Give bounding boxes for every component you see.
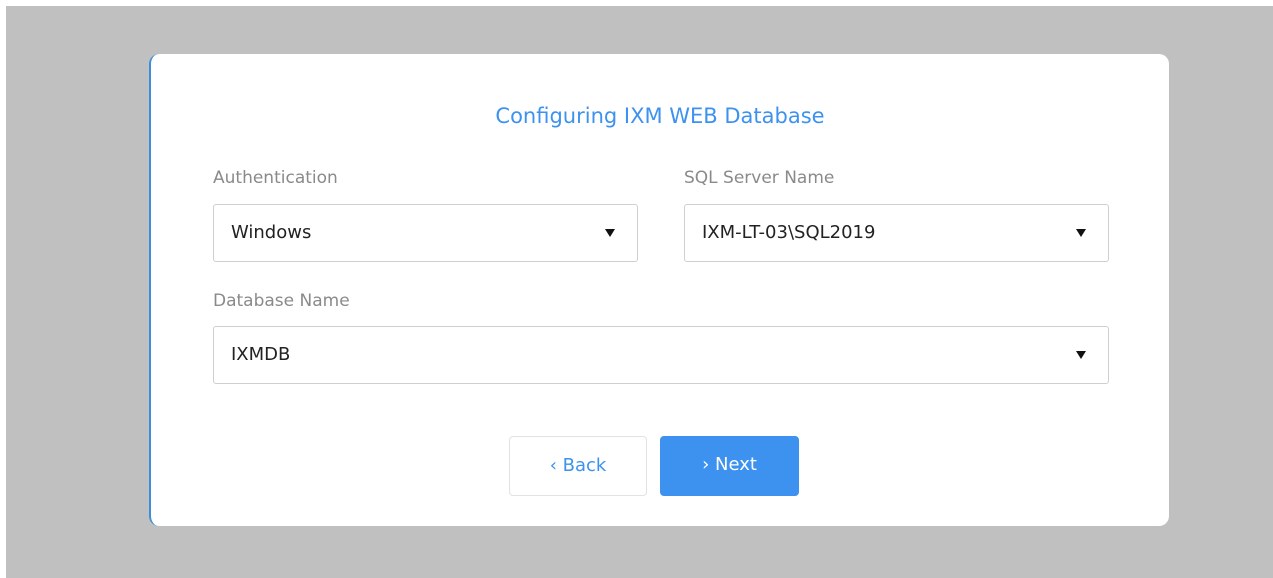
next-button[interactable]: › Next — [660, 436, 799, 496]
authentication-value: Windows — [231, 222, 312, 243]
database-config-dialog: Configuring IXM WEB Database Authenticat… — [149, 54, 1169, 526]
database-name-select[interactable]: IXMDB — [213, 326, 1109, 384]
chevron-down-icon — [1076, 351, 1086, 359]
sql-server-name-select[interactable]: IXM-LT-03\SQL2019 — [684, 204, 1109, 262]
authentication-select[interactable]: Windows — [213, 204, 638, 262]
chevron-down-icon — [605, 229, 615, 237]
back-button[interactable]: ‹ Back — [509, 436, 647, 496]
sql-server-name-label: SQL Server Name — [684, 168, 835, 188]
database-name-label: Database Name — [213, 291, 350, 311]
authentication-label: Authentication — [213, 168, 338, 188]
chevron-down-icon — [1076, 229, 1086, 237]
dialog-title: Configuring IXM WEB Database — [495, 104, 825, 128]
sql-server-name-value: IXM-LT-03\SQL2019 — [702, 222, 876, 243]
database-name-value: IXMDB — [231, 344, 291, 365]
